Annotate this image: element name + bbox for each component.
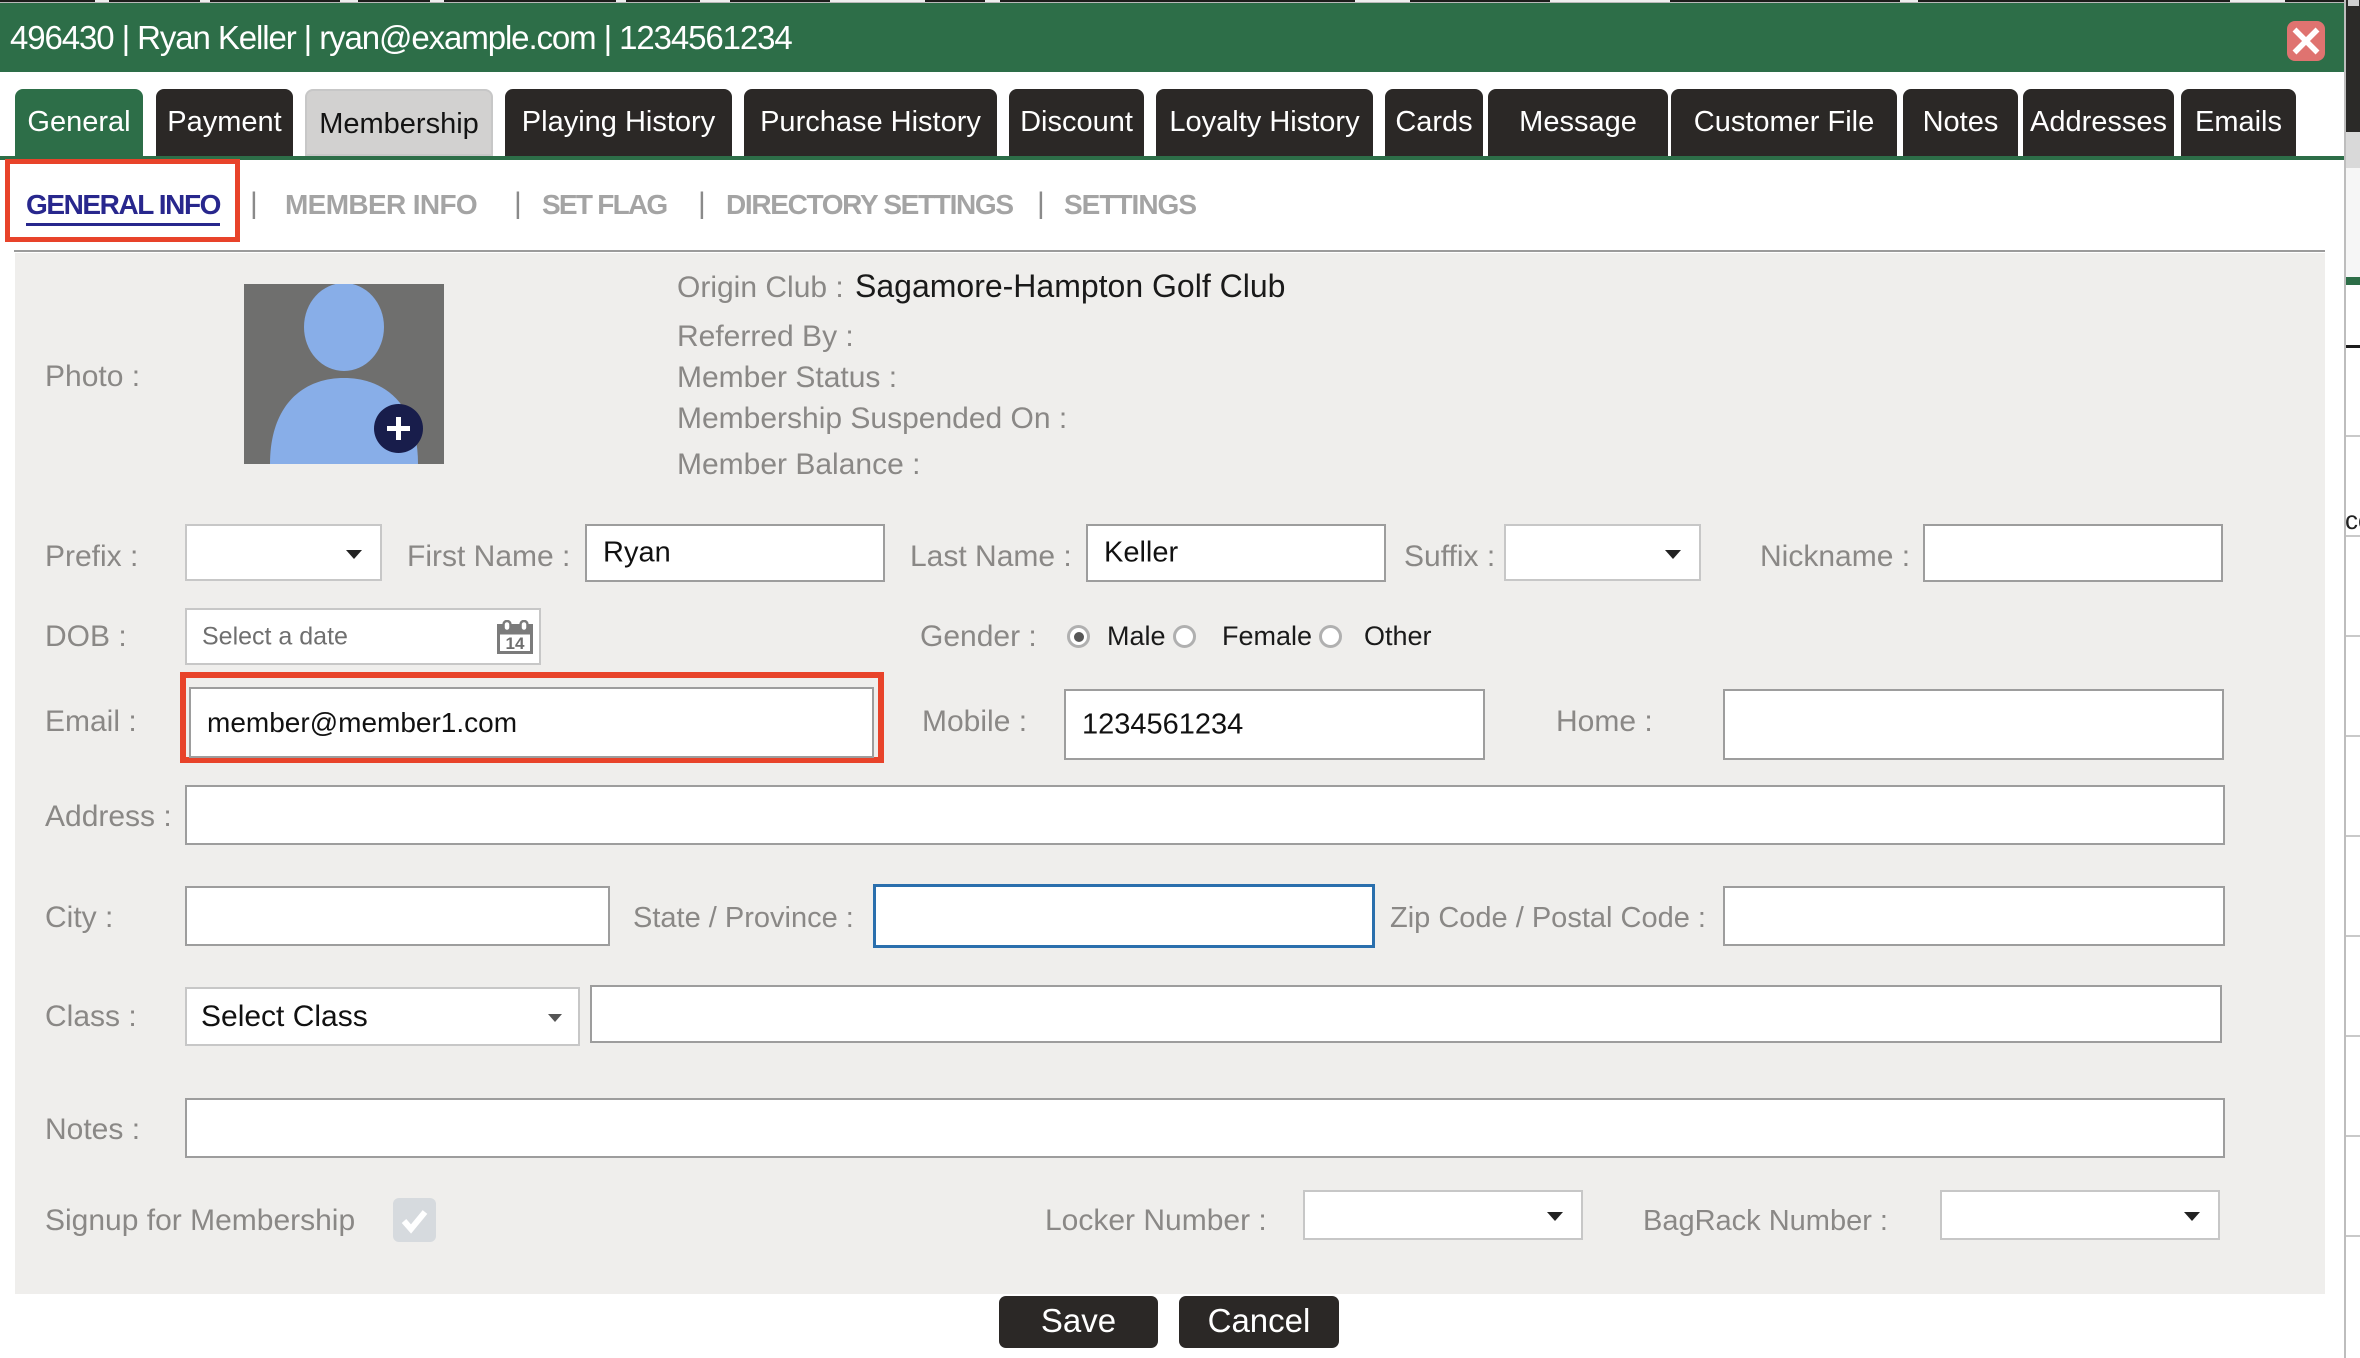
svg-text:14: 14 <box>506 634 525 653</box>
